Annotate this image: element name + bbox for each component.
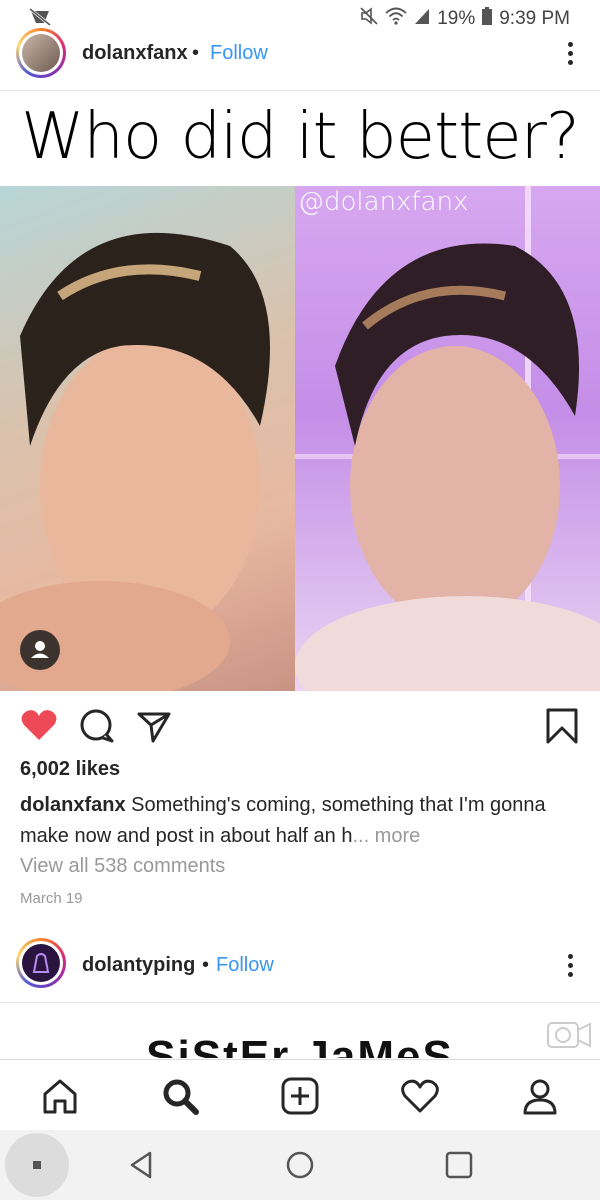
profile-icon[interactable] [520, 1076, 560, 1116]
likes-count[interactable]: 6,002 likes [20, 758, 120, 781]
signal-icon [413, 6, 431, 32]
image-watermark: @dolanxfanx [298, 187, 469, 217]
share-icon[interactable] [136, 708, 172, 749]
add-post-icon[interactable] [280, 1076, 320, 1116]
like-heart-icon[interactable] [20, 708, 58, 747]
recents-icon[interactable] [444, 1145, 474, 1190]
caption-username[interactable]: dolanxfanx [20, 794, 126, 816]
post-username[interactable]: dolantyping [82, 954, 195, 977]
home-circle-icon[interactable] [284, 1145, 316, 1190]
bottom-navigation [0, 1059, 600, 1130]
post-header: dolanxfanx • Follow [0, 28, 600, 90]
follow-button[interactable]: Follow [216, 954, 274, 977]
mute-icon [359, 6, 379, 32]
follow-button[interactable]: Follow [210, 42, 268, 65]
view-comments-link[interactable]: View all 538 comments [20, 855, 225, 878]
post-preview-text: SiStEr JaMeS [0, 1030, 600, 1058]
back-icon[interactable] [126, 1145, 156, 1190]
search-icon[interactable] [160, 1076, 200, 1116]
divider [0, 90, 600, 91]
post-photo-right[interactable] [295, 186, 600, 691]
assistant-bubble-icon[interactable] [4, 1132, 70, 1203]
post-date: March 19 [20, 890, 83, 907]
avatar[interactable] [16, 28, 66, 78]
more-options-icon[interactable] [566, 950, 574, 981]
comment-icon[interactable] [79, 708, 115, 749]
home-icon[interactable] [40, 1076, 80, 1116]
post-header: dolantyping • Follow [0, 938, 600, 996]
battery-icon [481, 6, 493, 32]
post-caption: dolanxfanx Something's coming, something… [20, 790, 580, 852]
separator-dot: • [192, 42, 200, 64]
activity-heart-icon[interactable] [400, 1076, 440, 1116]
post-image-headline: Who did it better? [21, 100, 580, 174]
clock: 9:39 PM [499, 8, 570, 29]
post-username[interactable]: dolanxfanx [82, 42, 188, 65]
system-navigation-bar [0, 1130, 600, 1200]
more-link[interactable]: ... more [352, 825, 420, 847]
divider [0, 1002, 600, 1003]
tagged-people-icon[interactable] [20, 630, 60, 670]
post-actions [0, 704, 600, 748]
separator-dot: • [202, 954, 210, 976]
video-camera-icon [546, 1018, 592, 1057]
more-options-icon[interactable] [566, 38, 574, 69]
preview-text: SiStEr JaMeS [146, 1032, 454, 1058]
status-bar: 19% 9:39 PM [0, 0, 600, 34]
avatar[interactable] [16, 938, 66, 988]
bookmark-icon[interactable] [545, 708, 579, 749]
wifi-icon [385, 6, 407, 32]
battery-percent: 19% [437, 8, 476, 29]
post-photo-left[interactable] [0, 186, 295, 691]
